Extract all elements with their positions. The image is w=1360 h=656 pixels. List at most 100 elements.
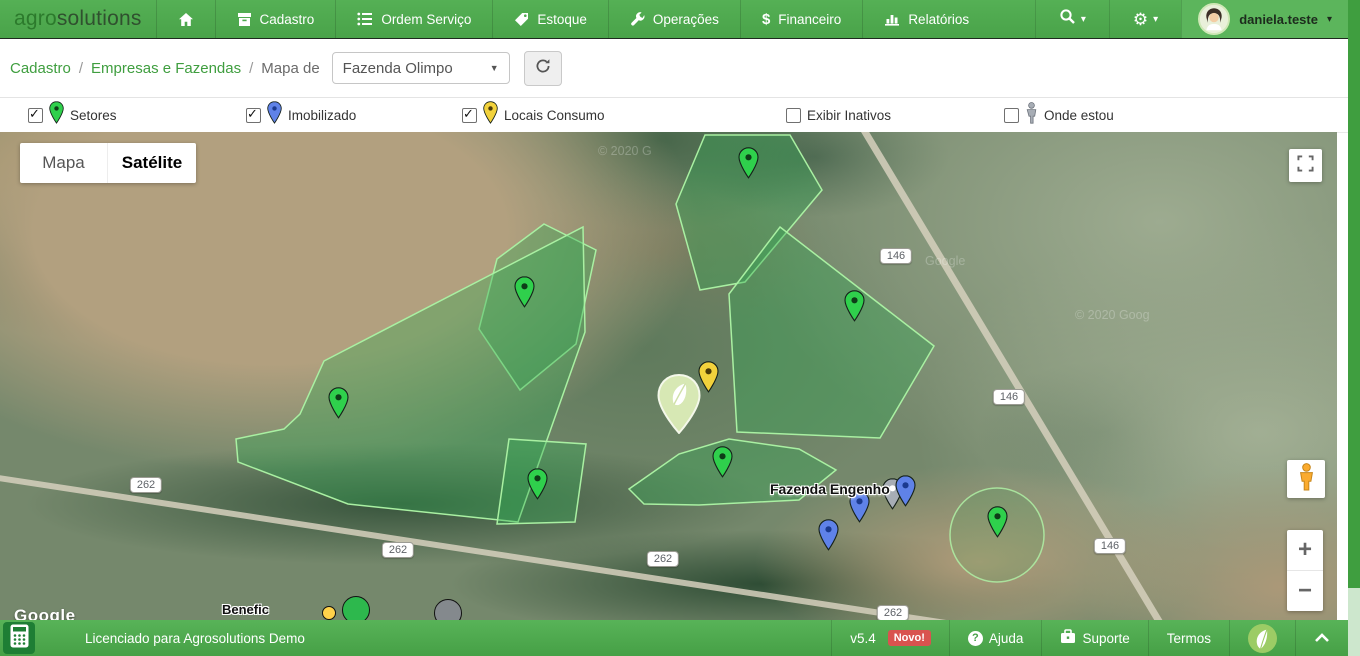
map-type-mapa-button[interactable]: Mapa [20,143,107,183]
road-shield-146: 146 [993,389,1025,405]
nav-item-label: Estoque [537,12,587,27]
nav-item-estoque[interactable]: Estoque [492,0,608,38]
brand-prefix: agro [14,7,57,31]
terms-link[interactable]: Termos [1148,620,1229,656]
nav-right: ▾ ⚙ ▾ daniela.teste ▾ [1035,0,1348,38]
bar-chart-icon [884,12,900,26]
road-shield-262: 262 [647,551,679,567]
road-shield-262: 262 [130,477,162,493]
marker-setor[interactable] [844,290,865,327]
breadcrumb-separator: / [249,60,253,77]
support-link[interactable]: Suporte [1041,620,1147,656]
marker-setor[interactable] [712,446,733,483]
username: daniela.teste [1239,12,1318,27]
street-view-pegman-button[interactable] [1287,460,1325,498]
farm-select[interactable]: Fazenda Olimpo ▼ [332,52,510,84]
settings-dropdown[interactable]: ⚙ ▾ [1109,0,1181,38]
cluster-circle-marker[interactable] [322,606,336,620]
filter-imobilizado[interactable]: Imobilizado [246,98,356,132]
collapse-footer-button[interactable] [1295,620,1348,656]
map-canvas[interactable]: Google© 2020 Goog© 2020 G 14614614626226… [0,132,1337,620]
filter-label: Setores [70,108,117,123]
home-icon [178,12,194,27]
nav-item-relatorios[interactable]: Relatórios [862,0,990,38]
place-label-fazenda-engenho: Fazenda Engenho [770,481,890,497]
top-nav: agrosolutions Cadastro Ordem Serviço Est… [0,0,1348,39]
marker-setor[interactable] [328,387,349,424]
breadcrumb-cadastro[interactable]: Cadastro [10,60,71,77]
checkbox-exibir-inativos[interactable] [786,108,801,123]
fullscreen-icon [1297,155,1314,177]
marker-setor[interactable] [987,506,1008,543]
filter-locais-consumo[interactable]: Locais Consumo [462,98,605,132]
chevron-down-icon: ▾ [1327,14,1332,25]
nav-item-label: Relatórios [908,12,969,27]
cluster-circle-marker[interactable] [342,596,370,620]
scrollbar-thumb[interactable] [1348,0,1360,588]
calculator-button[interactable] [3,622,35,654]
marker-imobilizado[interactable] [895,475,916,512]
zoom-out-button[interactable]: − [1287,570,1323,611]
marker-farm-headquarters-leaf[interactable] [656,374,702,439]
zoom-in-button[interactable]: + [1287,530,1323,570]
search-icon [1059,8,1076,30]
calculator-icon [10,624,29,653]
select-caret-icon: ▼ [490,63,499,73]
map-type-control: Mapa Satélite [20,143,196,183]
checkbox-onde-estou[interactable] [1004,108,1019,123]
nav-item-ordem-servico[interactable]: Ordem Serviço [335,0,492,38]
fullscreen-button[interactable] [1289,149,1322,182]
marker-setor[interactable] [738,147,759,184]
gear-icon: ⚙ [1133,11,1148,28]
road-shield-262: 262 [877,605,909,620]
checkbox-setores[interactable] [28,108,43,123]
cluster-circle-marker[interactable] [434,599,462,620]
nav-item-operacoes[interactable]: Operações [608,0,740,38]
partial-place-label: Benefic [222,602,269,617]
avatar [1198,3,1230,35]
page: agrosolutions Cadastro Ordem Serviço Est… [0,0,1360,656]
farm-select-value: Fazenda Olimpo [343,60,453,77]
filter-exibir-inativos[interactable]: Exibir Inativos [786,98,891,132]
archive-icon [237,12,252,27]
footer-right: v5.4 Novo! ? Ajuda Suporte Termos [831,620,1348,656]
brand-logo[interactable]: agrosolutions [0,0,156,38]
version-label: v5.4 [850,631,876,646]
agro-leaf-logo[interactable] [1229,620,1295,656]
green-pin-icon [49,101,64,129]
filter-onde-estou[interactable]: Onde estou [1004,98,1114,132]
filter-setores[interactable]: Setores [28,98,117,132]
google-watermark: Google [14,606,76,620]
filter-row: Setores Imobilizado Locais Consumo Exibi… [0,98,1348,133]
yellow-pin-icon [483,101,498,129]
checkbox-locais-consumo[interactable] [462,108,477,123]
road-shield-146: 146 [880,248,912,264]
wrench-icon [630,12,645,27]
nav-item-home[interactable] [156,0,215,38]
user-menu[interactable]: daniela.teste ▾ [1181,0,1348,38]
filter-label: Onde estou [1044,108,1114,123]
nav-item-label: Cadastro [260,12,315,27]
dollar-icon: $ [762,11,770,28]
marker-setor[interactable] [527,468,548,505]
help-label: Ajuda [989,631,1024,646]
help-link[interactable]: ? Ajuda [949,620,1042,656]
tag-icon [514,12,529,27]
briefcase-icon [1060,629,1076,647]
map-type-satelite-button[interactable]: Satélite [107,143,196,183]
nav-item-label: Ordem Serviço [381,12,471,27]
nav-item-label: Operações [653,12,719,27]
chevron-up-icon [1314,631,1330,646]
refresh-button[interactable] [524,51,562,86]
marker-setor[interactable] [514,276,535,313]
nav-item-financeiro[interactable]: $ Financeiro [740,0,862,38]
search-dropdown[interactable]: ▾ [1035,0,1109,38]
breadcrumb: Cadastro / Empresas e Fazendas / Mapa de… [0,39,1348,98]
checkbox-imobilizado[interactable] [246,108,261,123]
marker-imobilizado[interactable] [818,519,839,556]
page-scrollbar[interactable] [1348,0,1360,656]
question-circle-icon: ? [968,631,983,646]
breadcrumb-empresas-fazendas[interactable]: Empresas e Fazendas [91,60,241,77]
new-badge[interactable]: Novo! [888,630,931,646]
nav-item-cadastro[interactable]: Cadastro [215,0,336,38]
